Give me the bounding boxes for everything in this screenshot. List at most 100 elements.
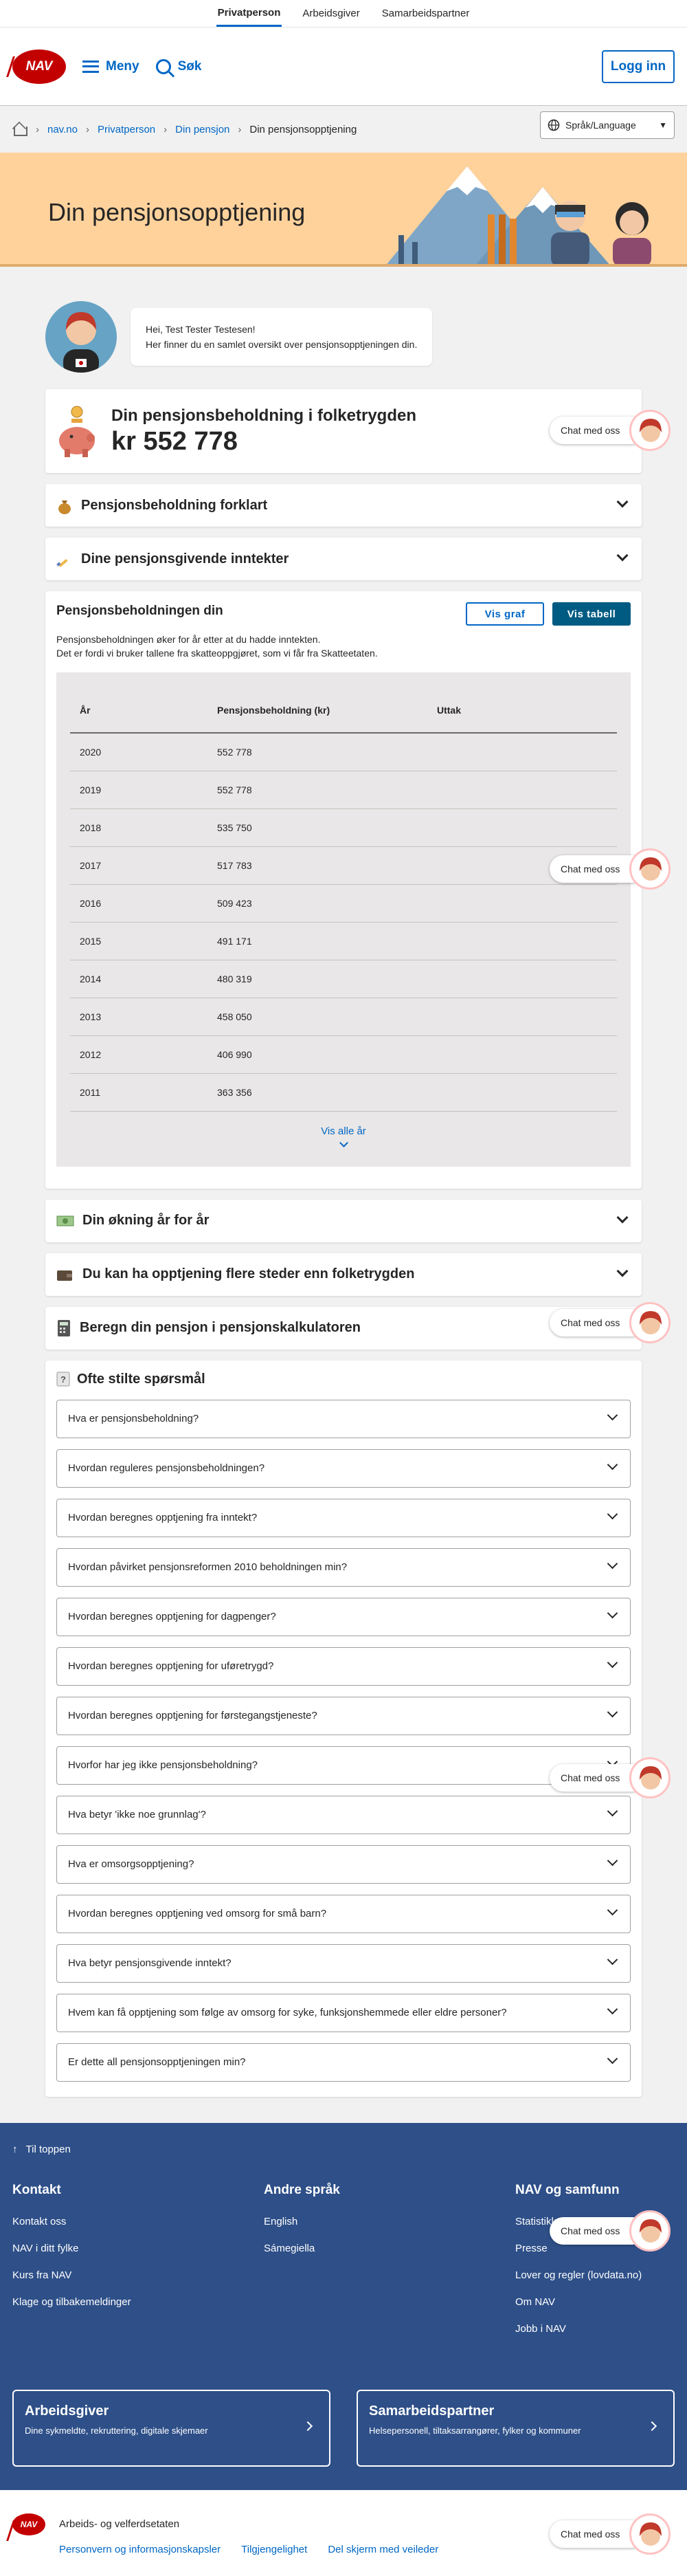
breadcrumb-privatperson[interactable]: Privatperson [98,124,155,135]
search-button[interactable]: Søk [155,58,201,74]
nav-privatperson[interactable]: Privatperson [216,0,282,27]
chevron-right-icon [302,2421,313,2431]
breadcrumb-nav-no[interactable]: nav.no [47,124,78,135]
chevron-down-icon [616,1265,629,1277]
accordion-income[interactable]: Dine pensjonsgivende inntekter [45,538,642,580]
show-graph-button[interactable]: Vis graf [466,602,544,626]
balance-amount: kr 552 778 [111,426,238,456]
svg-text:?: ? [60,1374,66,1385]
home-icon[interactable] [12,122,27,136]
footer-languages: Andre språk English Sámegiella [264,2183,515,2350]
table-cell [427,998,617,1036]
piggy-bank-icon [59,406,95,457]
faq-question[interactable]: Hvordan reguleres pensjonsbeholdningen? [56,1449,631,1488]
holdings-text-2: Det er fordi vi bruker tallene fra skatt… [56,648,378,659]
faq-question[interactable]: Hva er pensjonsbeholdning? [56,1399,631,1438]
accordion-elsewhere[interactable]: Du kan ha opptjening flere steder enn fo… [45,1253,642,1296]
greeting-bubble: Hei, Test Tester Testesen! Her finner du… [131,308,433,366]
footer-link[interactable]: Kurs fra NAV [12,2269,264,2281]
table-cell [427,808,617,847]
chevron-down-icon [616,1211,629,1223]
chat-button[interactable]: Chat med oss [550,408,671,452]
login-button[interactable]: Logg inn [602,50,675,83]
faq-title: ? Ofte stilte spørsmål [56,1372,631,1387]
accessibility-link[interactable]: Tilgjengelighet [241,2544,307,2555]
employer-tile[interactable]: Arbeidsgiver Dine sykmeldte, rekrutterin… [12,2389,330,2467]
faq-question[interactable]: Hvordan påvirket pensjonsreformen 2010 b… [56,1548,631,1587]
chevron-down-icon [607,1904,618,1915]
table-cell: 552 778 [207,771,427,809]
table-cell [427,922,617,960]
back-to-top-link[interactable]: ↑ Til toppen [12,2144,675,2155]
faq-question[interactable]: Hva er omsorgsopptjening? [56,1845,631,1884]
greeting-line-1: Hei, Test Tester Testesen! [146,324,256,335]
table-cell: 2014 [70,960,207,998]
table-row: 2019 552 778 [70,771,617,809]
menu-button[interactable]: Meny [82,59,139,74]
table-row: 2011 363 356 [70,1073,617,1112]
nav-logo[interactable]: NAV [12,49,66,84]
top-nav: Privatperson Arbeidsgiver Samarbeidspart… [0,0,687,27]
chat-button[interactable]: Chat med oss [550,847,671,891]
faq-question[interactable]: Hvordan beregnes opptjening for uføretry… [56,1647,631,1686]
greeting: Hei, Test Tester Testesen! Her finner du… [45,301,642,373]
table-cell: 363 356 [207,1073,427,1112]
faq-list: Hva er pensjonsbeholdning? Hvordan regule… [56,1399,631,2082]
chevron-down-icon [607,1855,618,1866]
table-row: 2014 480 319 [70,960,617,998]
faq-question[interactable]: Hvordan beregnes opptjening for førstega… [56,1696,631,1735]
column-header: Uttak [427,687,617,734]
footer-link[interactable]: Sámegiella [264,2243,515,2254]
chat-avatar-icon [629,1757,671,1798]
accordion-increase[interactable]: Din økning år for år [45,1199,642,1242]
accordion-explained[interactable]: Pensjonsbeholdning forklart [45,484,642,527]
nav-logo[interactable]: NAV [12,2513,45,2535]
privacy-link[interactable]: Personvern og informasjonskapsler [59,2544,221,2555]
chevron-down-icon [339,1138,348,1147]
chevron-right-icon [646,2421,657,2431]
footer-link[interactable]: Jobb i NAV [515,2323,642,2335]
faq-question[interactable]: Hva betyr 'ikke noe grunnlag'? [56,1795,631,1834]
faq-question[interactable]: Er dette all pensjonsopptjeningen min? [56,2043,631,2082]
footer-link[interactable]: NAV i ditt fylke [12,2243,264,2254]
show-table-button[interactable]: Vis tabell [552,602,631,626]
faq-question[interactable]: Hvorfor har jeg ikke pensjonsbeholdning? [56,1746,631,1785]
table-row: 2017 517 783 [70,846,617,885]
show-all-years-link[interactable]: Vis alle år [70,1125,617,1147]
footer-link[interactable]: Kontakt oss [12,2216,264,2227]
footer-columns: Kontakt Kontakt oss NAV i ditt fylke Kur… [12,2183,675,2350]
table-cell: 509 423 [207,884,427,923]
faq-question[interactable]: Hvordan beregnes opptjening ved omsorg f… [56,1894,631,1933]
table-cell: 552 778 [207,733,427,771]
chat-avatar-icon [629,2210,671,2252]
language-select[interactable]: Språk/Language ▼ [540,111,675,139]
table-row: 2020 552 778 [70,733,617,771]
chat-button[interactable]: Chat med oss [550,2512,671,2556]
question-icon: ? [56,1372,70,1387]
table-cell: 458 050 [207,998,427,1036]
chat-button[interactable]: Chat med oss [550,2209,671,2253]
table-cell [427,1073,617,1112]
footer-link[interactable]: Lover og regler (lovdata.no) [515,2269,642,2281]
faq-question[interactable]: Hva betyr pensjonsgivende inntekt? [56,1944,631,1983]
faq-question[interactable]: Hvordan beregnes opptjening for dagpenge… [56,1597,631,1636]
chevron-down-icon [616,496,629,508]
footer-link[interactable]: English [264,2216,515,2227]
footer-link[interactable]: Klage og tilbakemeldinger [12,2296,264,2308]
faq-question[interactable]: Hvem kan få opptjening som følge av omso… [56,1993,631,2032]
breadcrumb-din-pensjon[interactable]: Din pensjon [175,124,229,135]
faq-question[interactable]: Hvordan beregnes opptjening fra inntekt? [56,1498,631,1537]
partner-tile[interactable]: Samarbeidspartner Helsepersonell, tiltak… [357,2389,675,2467]
chat-avatar-icon [629,2513,671,2555]
table-row: 2016 509 423 [70,884,617,923]
chat-button[interactable]: Chat med oss [550,1301,671,1345]
table-cell: 406 990 [207,1035,427,1074]
chevron-down-icon [607,1558,618,1569]
chat-button[interactable]: Chat med oss [550,1756,671,1800]
nav-arbeidsgiver[interactable]: Arbeidsgiver [301,0,361,27]
nav-samarbeidspartner[interactable]: Samarbeidspartner [381,0,471,27]
share-screen-link[interactable]: Del skjerm med veileder [328,2544,438,2555]
table-cell: 2019 [70,771,207,809]
footer-link[interactable]: Om NAV [515,2296,642,2308]
chevron-down-icon [607,1657,618,1668]
